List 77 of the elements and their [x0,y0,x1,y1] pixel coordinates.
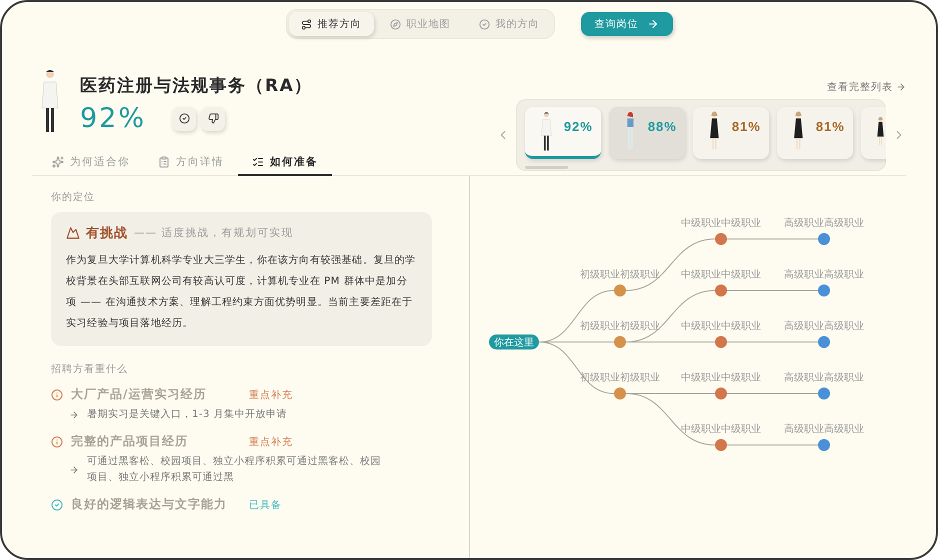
requirement-note: 可通过黑客松、校园项目、独立小程序积累可通过黑客松、校园项目、独立小程序积累可通过黑 [87,454,382,485]
route-icon [300,18,312,30]
requirement-status: 已具备 [249,498,282,512]
positioning-text: 作为复旦大学计算机科学专业大三学生，你在该方向有较强基础。复旦的学校背景在头部互联网公司有较高认可度，计算机专业在 PM 群体中是加分项 —— 在沟通技术方案、理解工程约束方面优势明显。当前主要差距在于实习经验与项目落地经历。 [66,254,416,331]
view-tab[interactable]: 职业地图 [378,12,462,36]
direction-card[interactable]: 92% [525,107,601,159]
node-dot[interactable] [715,284,727,296]
requirement-title: 大厂产品/运营实习经历 [71,386,208,403]
node-dot[interactable] [818,439,830,451]
node-label: 中级职业中级职业 [681,424,761,435]
node-label: 高级职业高级职业 [784,270,864,280]
requirement-note: 暑期实习是关键入口，1-3 月集中开放申请 [87,408,288,422]
arrow-right-icon [69,465,79,475]
match-percent: 81% [816,118,845,134]
direction-card[interactable]: 88% [609,107,685,159]
node-label: 中级职业中级职业 [681,270,761,280]
node-dot[interactable] [614,388,626,400]
node-label: 初级职业初级职业 [580,270,660,280]
node-label: 高级职业高级职业 [784,218,864,229]
person-illustration [539,111,554,153]
direction-card[interactable] [861,107,886,159]
like-button[interactable] [172,106,196,130]
check-circle-icon [51,498,63,510]
node-dot[interactable] [715,388,727,400]
mountain-icon [66,226,80,240]
view-tab[interactable]: 推荐方向 [288,12,374,36]
match-percent: 88% [648,118,677,134]
check-circle-icon [478,18,490,30]
section-tab[interactable]: 为何适合你 [38,150,144,176]
direction-title: 医药注册与法规事务（RA） [80,75,313,97]
match-percent: 81% [732,118,761,134]
requirement-title: 良好的逻辑表达与文字能力 [71,496,228,513]
match-percent: 92% [564,118,593,134]
match-percent: 92% [80,103,146,134]
section-tab[interactable]: 方向详情 [144,150,238,176]
dislike-button[interactable] [201,106,226,130]
node-label: 中级职业中级职业 [681,321,761,332]
section-tab[interactable]: 如何准备 [238,150,332,176]
clipboard-icon [158,156,170,168]
node-label: 中级职业中级职业 [681,372,761,384]
thumbs-down-icon [208,113,219,124]
node-label: 初级职业初级职业 [580,321,660,332]
start-node[interactable]: 你在这里 [489,334,539,350]
section-caption: 你的定位 [51,190,96,204]
requirement-title: 完整的产品项目经历 [71,433,189,450]
direction-card[interactable]: 81% [777,107,853,159]
info-icon [51,436,63,448]
node-dot[interactable] [614,284,626,296]
view-full-list-link[interactable]: 查看完整列表 [827,80,906,94]
search-jobs-button[interactable]: 查询岗位 [580,12,672,36]
difficulty-level: 有挑战 [86,225,128,242]
arrow-right-icon [896,82,906,92]
checklist-icon [252,156,264,168]
node-dot[interactable] [715,439,727,451]
requirement-status: 重点补充 [249,436,293,448]
node-dot[interactable] [818,388,830,400]
view-tab[interactable]: 我的方向 [466,12,552,36]
node-label: 高级职业高级职业 [784,424,864,435]
node-dot[interactable] [614,336,626,348]
arrow-right-icon [646,18,658,30]
sparkles-icon [52,156,64,168]
arrow-right-icon [69,410,79,420]
node-dot[interactable] [818,233,830,245]
section-caption: 招聘方看重什么 [51,362,129,376]
check-circle-icon [178,113,190,124]
node-dot[interactable] [818,284,830,296]
compass-icon [390,18,400,30]
node-dot[interactable] [818,336,830,348]
node-label: 中级职业中级职业 [681,218,761,229]
requirement-status: 重点补充 [249,388,293,402]
node-label: 高级职业高级职业 [784,372,864,384]
info-icon [51,388,63,400]
node-dot[interactable] [715,233,727,245]
node-label: 高级职业高级职业 [784,321,864,332]
difficulty-subtitle: —— 适度挑战，有规划可实现 [134,226,294,240]
direction-card[interactable]: 81% [693,107,769,159]
node-dot[interactable] [715,336,727,348]
